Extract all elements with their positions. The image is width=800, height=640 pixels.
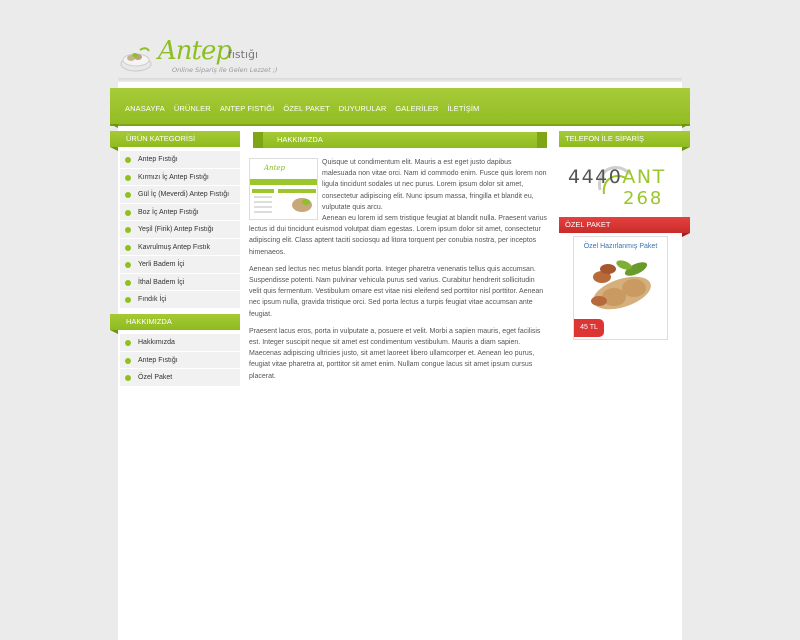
ribbon-fold <box>682 233 690 237</box>
bullet-icon <box>125 157 131 163</box>
nav-item-0[interactable]: ANASAYFA <box>125 104 165 113</box>
nav-fold-right <box>682 124 690 128</box>
about-item[interactable]: Özel Paket <box>120 369 240 387</box>
category-item[interactable]: Yeşil (Firik) Antep Fıstığı <box>120 221 240 239</box>
category-label: Kavrulmuş Antep Fıstık <box>138 243 210 251</box>
bullet-icon <box>125 227 131 233</box>
bullet-icon <box>125 209 131 216</box>
category-label: Antep Fıstığı <box>138 156 178 163</box>
nav-item-3[interactable]: ÖZEL PAKET <box>283 104 329 113</box>
nav-item-6[interactable]: İLETİŞİM <box>447 104 479 113</box>
about-title: HAKKIMIZDA <box>126 317 172 326</box>
category-label: Boz İç Antep Fıstığı <box>138 208 199 216</box>
bullet-icon <box>125 174 131 181</box>
ribbon-fold <box>110 330 118 334</box>
bullet-icon <box>125 340 131 346</box>
price-badge: 45 TL <box>574 319 604 337</box>
logo-wordmark: Antep <box>158 36 232 66</box>
paragraph: Praesent lacus eros, porta in vulputate … <box>249 327 541 380</box>
paragraph: Aenean sed lectus nec metus blandit port… <box>249 265 544 318</box>
bullet-icon <box>125 244 131 251</box>
categories-header: ÜRÜN KATEGORİSİ <box>110 131 240 147</box>
category-item[interactable]: Boz İç Antep Fıstığı <box>120 203 240 221</box>
category-item[interactable]: Kırmızı İç Antep Fıstığı <box>120 168 240 186</box>
about-list: Hakkımızda Antep Fıstığı Özel Paket <box>120 334 240 387</box>
ribbon-fold <box>682 147 690 151</box>
content-title: Hakkımızda <box>277 135 323 144</box>
category-item[interactable]: Yerli Badem İçi <box>120 256 240 274</box>
bullet-icon <box>125 279 131 286</box>
bullet-icon <box>125 297 131 303</box>
logo-subword: fıstığı <box>228 48 259 61</box>
nav-item-2[interactable]: ANTEP FISTIĞI <box>220 104 275 113</box>
nav-item-1[interactable]: ÜRÜNLER <box>174 104 211 113</box>
content-header: Hakkımızda <box>253 132 547 148</box>
bullet-icon <box>125 357 131 364</box>
nav-item-5[interactable]: GALERİLER <box>395 104 438 113</box>
phone-digits: 4440 <box>568 166 623 188</box>
category-item[interactable]: Gül İç (Meverdi) Antep Fıstığı <box>120 186 240 204</box>
about-label: Hakkımızda <box>138 339 175 346</box>
about-header: HAKKIMIZDA <box>110 314 240 330</box>
about-label: Özel Paket <box>138 374 173 381</box>
category-item[interactable]: İthal Badem İçi <box>120 273 240 291</box>
categories-title: ÜRÜN KATEGORİSİ <box>126 134 196 143</box>
special-package-header: ÖZEL PAKET <box>559 217 690 233</box>
nav-item-4[interactable]: DUYURULAR <box>339 104 387 113</box>
peanut-product-image[interactable] <box>584 255 660 317</box>
ribbon-end-left <box>253 132 263 148</box>
ribbon-fold <box>110 147 118 151</box>
pistachio-bowl-icon <box>120 47 152 72</box>
category-item[interactable]: Kavrulmuş Antep Fıstık <box>120 238 240 256</box>
phone-number-banner[interactable]: 4440ANT 268 <box>566 160 666 212</box>
phone-number-line1: 4440ANT <box>568 166 666 188</box>
category-label: Yerli Badem İçi <box>138 261 185 268</box>
special-package-title: ÖZEL PAKET <box>565 220 611 229</box>
nav-fold-left <box>110 124 118 128</box>
category-item[interactable]: Fındık İçi <box>120 291 240 309</box>
category-label: Gül İç (Meverdi) Antep Fıstığı <box>138 191 230 198</box>
phone-order-title: TELEFON İLE SİPARİŞ <box>565 134 645 143</box>
phone-letters: ANT <box>622 166 666 188</box>
site-logo[interactable]: Antep fıstığı Online Sipariş ile Gelen L… <box>120 36 290 78</box>
phone-number-line2: 268 <box>623 188 664 209</box>
phone-order-header: TELEFON İLE SİPARİŞ <box>559 131 690 147</box>
bullet-icon <box>125 262 131 268</box>
ribbon-end-right <box>537 132 547 148</box>
category-item[interactable]: Antep Fıstığı <box>120 151 240 169</box>
logo-tagline: Online Sipariş ile Gelen Lezzet ;) <box>172 66 278 74</box>
site-screenshot-thumbnail: Antep <box>249 158 318 220</box>
thumbnail-image: Antep <box>250 159 317 219</box>
about-item[interactable]: Hakkımızda <box>120 334 240 352</box>
about-item[interactable]: Antep Fıstığı <box>120 351 240 369</box>
category-label: Fındık İçi <box>138 296 167 303</box>
category-label: Kırmızı İç Antep Fıstığı <box>138 173 209 181</box>
about-label: Antep Fıstığı <box>138 356 178 364</box>
special-package-name[interactable]: Özel Hazırlanmış Paket <box>574 243 667 250</box>
bullet-icon <box>125 192 131 198</box>
svg-text:Antep: Antep <box>263 164 286 172</box>
main-nav: ANASAYFA ÜRÜNLER ANTEP FISTIĞI ÖZEL PAKET DU… <box>110 88 690 126</box>
bullet-icon <box>125 375 131 381</box>
special-package-card[interactable]: Özel Hazırlanmış Paket 45 TL <box>573 236 668 340</box>
category-label: İthal Badem İçi <box>138 278 185 286</box>
about-content: Antep Quisque ut condimentum elit. Mauri… <box>249 157 547 388</box>
category-list: Antep Fıstığı Kırmızı İç Antep Fıstığı Gül… <box>120 151 240 309</box>
category-label: Yeşil (Firik) Antep Fıstığı <box>138 226 214 233</box>
